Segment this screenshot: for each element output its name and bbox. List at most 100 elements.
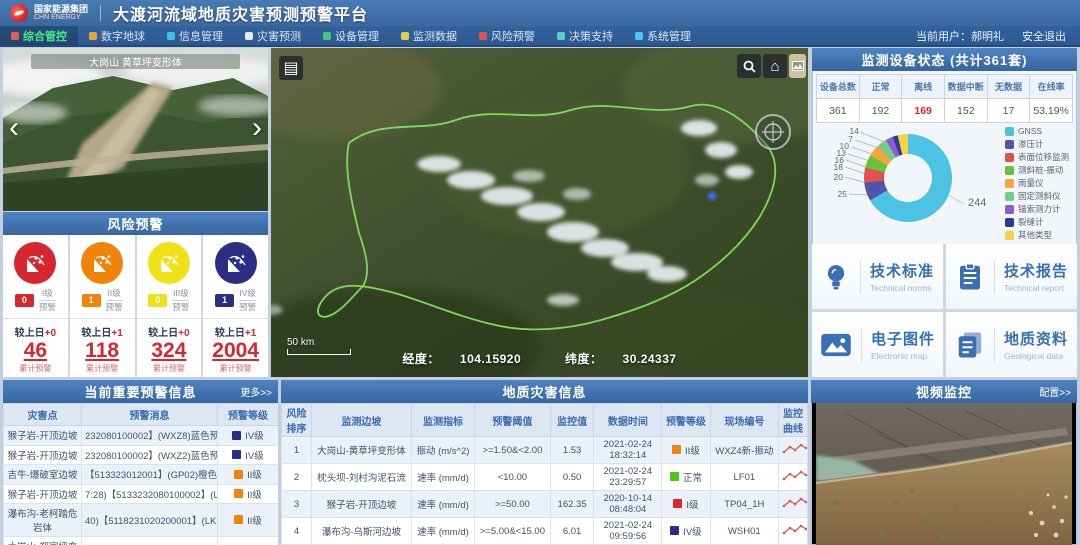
risk-level-card[interactable]: 0 III级 预警 较上日+0 324 累计预警 xyxy=(137,235,202,377)
alerts-more-link[interactable]: 更多>> xyxy=(240,380,272,403)
layers-button[interactable]: ▤ xyxy=(279,56,303,80)
legend-item[interactable]: 裂缝计 xyxy=(1005,216,1069,228)
legend-swatch xyxy=(1005,218,1014,227)
nav-item[interactable]: 设备管理 xyxy=(312,26,390,45)
card-subtitle: Geological data xyxy=(1004,351,1068,361)
legend-item[interactable]: 其他类型 xyxy=(1005,229,1069,241)
compass-control[interactable] xyxy=(756,115,790,149)
nav-item[interactable]: 数字地球 xyxy=(78,26,156,45)
electronic-map-card[interactable]: 电子图件 Electronic map xyxy=(812,312,943,377)
nav-item[interactable]: 系统管理 xyxy=(624,26,702,45)
nav-item[interactable]: 监测数据 xyxy=(390,26,468,45)
geo-hazard-row[interactable]: 4 瀑布沟-乌斯河边坡 速率 (mm/d) >=5.00&<15.00 6.01… xyxy=(282,518,808,545)
warning-message-link[interactable]: -09 11:33:29)【513322105010000... xyxy=(82,537,218,545)
monitored-value: 0.50 xyxy=(550,464,594,491)
legend-item[interactable]: 表面位移监测 xyxy=(1005,151,1069,163)
alert-row[interactable]: 吉牛-爆破室边坡 【513323012001】(GP02)橙色预警... II级 xyxy=(4,465,279,485)
device-status-value: 17 xyxy=(987,99,1030,123)
device-status-value: 53.19% xyxy=(1030,99,1073,123)
geo-hazard-row[interactable]: 3 猴子岩-开顶边坡 速率 (mm/d) >=50.00 162.35 2020… xyxy=(282,491,808,518)
device-status-value: 192 xyxy=(859,99,902,123)
donut-value-label: 20 xyxy=(834,172,843,182)
column-header: 风险排序 xyxy=(282,404,312,437)
legend-label: 测斜桩-振动 xyxy=(1018,164,1063,176)
data-time: 2021-02-24 09:59:56 xyxy=(594,518,662,545)
legend-item[interactable]: 测斜桩-振动 xyxy=(1005,164,1069,176)
risk-level-card[interactable]: 0 I级 预警 较上日+0 46 累计预警 xyxy=(3,235,68,377)
alerts-header-row: 灾害点 预警消息 预警等级 xyxy=(4,404,279,426)
geo-hazard-panel: 地质灾害信息 风险排序 监测边坡 监测指标 预警阈值 监控值 数据时间 预警等级… xyxy=(281,380,808,545)
risk-level-card[interactable]: 1 IV级 预警 较上日+1 2004 累计预警 xyxy=(203,235,268,377)
legend-label: 表面位移监测 xyxy=(1018,151,1069,163)
level-color-square xyxy=(232,450,241,459)
card-title: 技术标准 xyxy=(870,260,934,281)
alert-row[interactable]: 瀑布沟-老柯踏危岩体 40)【5118231020200001】(LKM0...… xyxy=(4,504,279,537)
geological-data-card[interactable]: 地质资料 Geological data xyxy=(946,312,1077,377)
geo-header-row: 风险排序 监测边坡 监测指标 预警阈值 监控值 数据时间 预警等级 现场编号 监… xyxy=(282,404,808,437)
trend-curve-icon[interactable] xyxy=(782,523,807,536)
level-color-square xyxy=(234,489,243,498)
disaster-point: 猴子岩-开顶边坡 xyxy=(4,484,82,504)
carousel-next-button[interactable]: › xyxy=(246,106,268,150)
warning-level: II级 xyxy=(672,443,700,457)
legend-swatch xyxy=(1005,140,1014,149)
warning-message-link[interactable]: 232080100002】(WXZ8)蓝色预警：... xyxy=(82,426,218,446)
risk-warning-header-panel: 风险预警 xyxy=(3,212,268,235)
trend-curve-icon[interactable] xyxy=(782,496,807,509)
map-search-button[interactable] xyxy=(737,54,761,78)
divider xyxy=(994,260,995,294)
site-code: LF01 xyxy=(710,464,778,491)
video-feed[interactable] xyxy=(816,403,1072,545)
alert-row[interactable]: 猴子岩-开顶边坡 7:28)【5133232080100002】(LF02...… xyxy=(4,484,279,504)
monitored-value: 6.01 xyxy=(550,518,594,545)
warning-message-link[interactable]: 232080100002】(WXZ2)蓝色预警：... xyxy=(82,445,218,465)
geo-hazard-row[interactable]: 1 大岗山-黄草坪变形体 振动 (m/s^2) >=1.50&<2.00 1.5… xyxy=(282,437,808,464)
alert-row[interactable]: 大岗山-郑家坪变形体 -09 11:33:29)【513322105010000… xyxy=(4,537,279,545)
geo-hazard-row[interactable]: 2 枕头坝-刘村沟泥石流 速率 (mm/d) <10.00 0.50 2021-… xyxy=(282,464,808,491)
warning-message-link[interactable]: 40)【5118231020200001】(LKM0... xyxy=(82,504,218,537)
monitor-indicator: 振动 (m/s^2) xyxy=(411,437,474,464)
legend-item[interactable]: 雨量仪 xyxy=(1005,177,1069,189)
warning-level: IV级 xyxy=(232,448,263,462)
warning-level-label: IV级 xyxy=(239,288,256,301)
legend-item[interactable]: 锚索测力计 xyxy=(1005,203,1069,215)
legend-item[interactable]: 渗压计 xyxy=(1005,138,1069,150)
legend-label: 固定测斜仪 xyxy=(1018,190,1061,202)
warning-message-link[interactable]: 【513323012001】(GP02)橙色预警... xyxy=(82,465,218,485)
alert-row[interactable]: 猴子岩-开顶边坡 232080100002】(WXZ2)蓝色预警：... IV级 xyxy=(4,445,279,465)
legend-item[interactable]: 固定测斜仪 xyxy=(1005,190,1069,202)
trend-curve-icon[interactable] xyxy=(782,469,807,482)
logout-button[interactable]: 安全退出 xyxy=(1022,28,1066,44)
risk-warning-title: 风险预警 xyxy=(3,212,268,235)
legend-swatch xyxy=(1005,205,1014,214)
legend-item[interactable]: GNSS xyxy=(1005,125,1069,137)
map-home-button[interactable]: ⌂ xyxy=(763,54,787,78)
alert-row[interactable]: 猴子岩-开顶边坡 232080100002】(WXZ8)蓝色预警：... IV级 xyxy=(4,426,279,446)
warning-level: 正常 xyxy=(670,470,702,484)
device-status-column: 离线 xyxy=(902,75,945,99)
warning-tag: 预警 xyxy=(39,302,56,313)
title-divider xyxy=(100,5,101,21)
data-time: 2020-10-14 08:48:04 xyxy=(594,491,662,518)
warning-message-link[interactable]: 7:28)【5133232080100002】(LF02... xyxy=(82,484,218,504)
carousel-prev-button[interactable]: ‹ xyxy=(3,106,25,150)
nav-item-icon xyxy=(479,32,487,40)
column-header: 预警等级 xyxy=(218,404,279,426)
geo-hazard-title: 地质灾害信息 xyxy=(281,380,808,403)
warning-threshold: <10.00 xyxy=(475,464,551,491)
technical-norms-card[interactable]: 技术标准 Technical norms xyxy=(812,244,943,309)
nav-item[interactable]: 信息管理 xyxy=(156,26,234,45)
warning-level: II级 xyxy=(234,513,262,527)
nav-item[interactable]: 决策支持 xyxy=(546,26,624,45)
risk-level-card[interactable]: 1 II级 预警 较上日+1 118 累计预警 xyxy=(70,235,135,377)
legend-label: GNSS xyxy=(1018,125,1042,137)
technical-report-card[interactable]: 技术报告 Technical report xyxy=(946,244,1077,309)
delta-vs-yesterday: 较上日+0 xyxy=(15,324,56,339)
trend-curve-icon[interactable] xyxy=(782,442,807,455)
nav-item[interactable]: 灾害预测 xyxy=(234,26,312,45)
basin-map[interactable]: ▤ ⌂ 50 km 经度：104.15920 纬度：30.24337 xyxy=(271,48,808,377)
basemap-switch-button[interactable] xyxy=(789,54,806,78)
nav-item[interactable]: 风险预警 xyxy=(468,26,546,45)
video-config-link[interactable]: 配置>> xyxy=(1039,380,1071,403)
nav-item[interactable]: 综合管控 xyxy=(0,26,78,45)
